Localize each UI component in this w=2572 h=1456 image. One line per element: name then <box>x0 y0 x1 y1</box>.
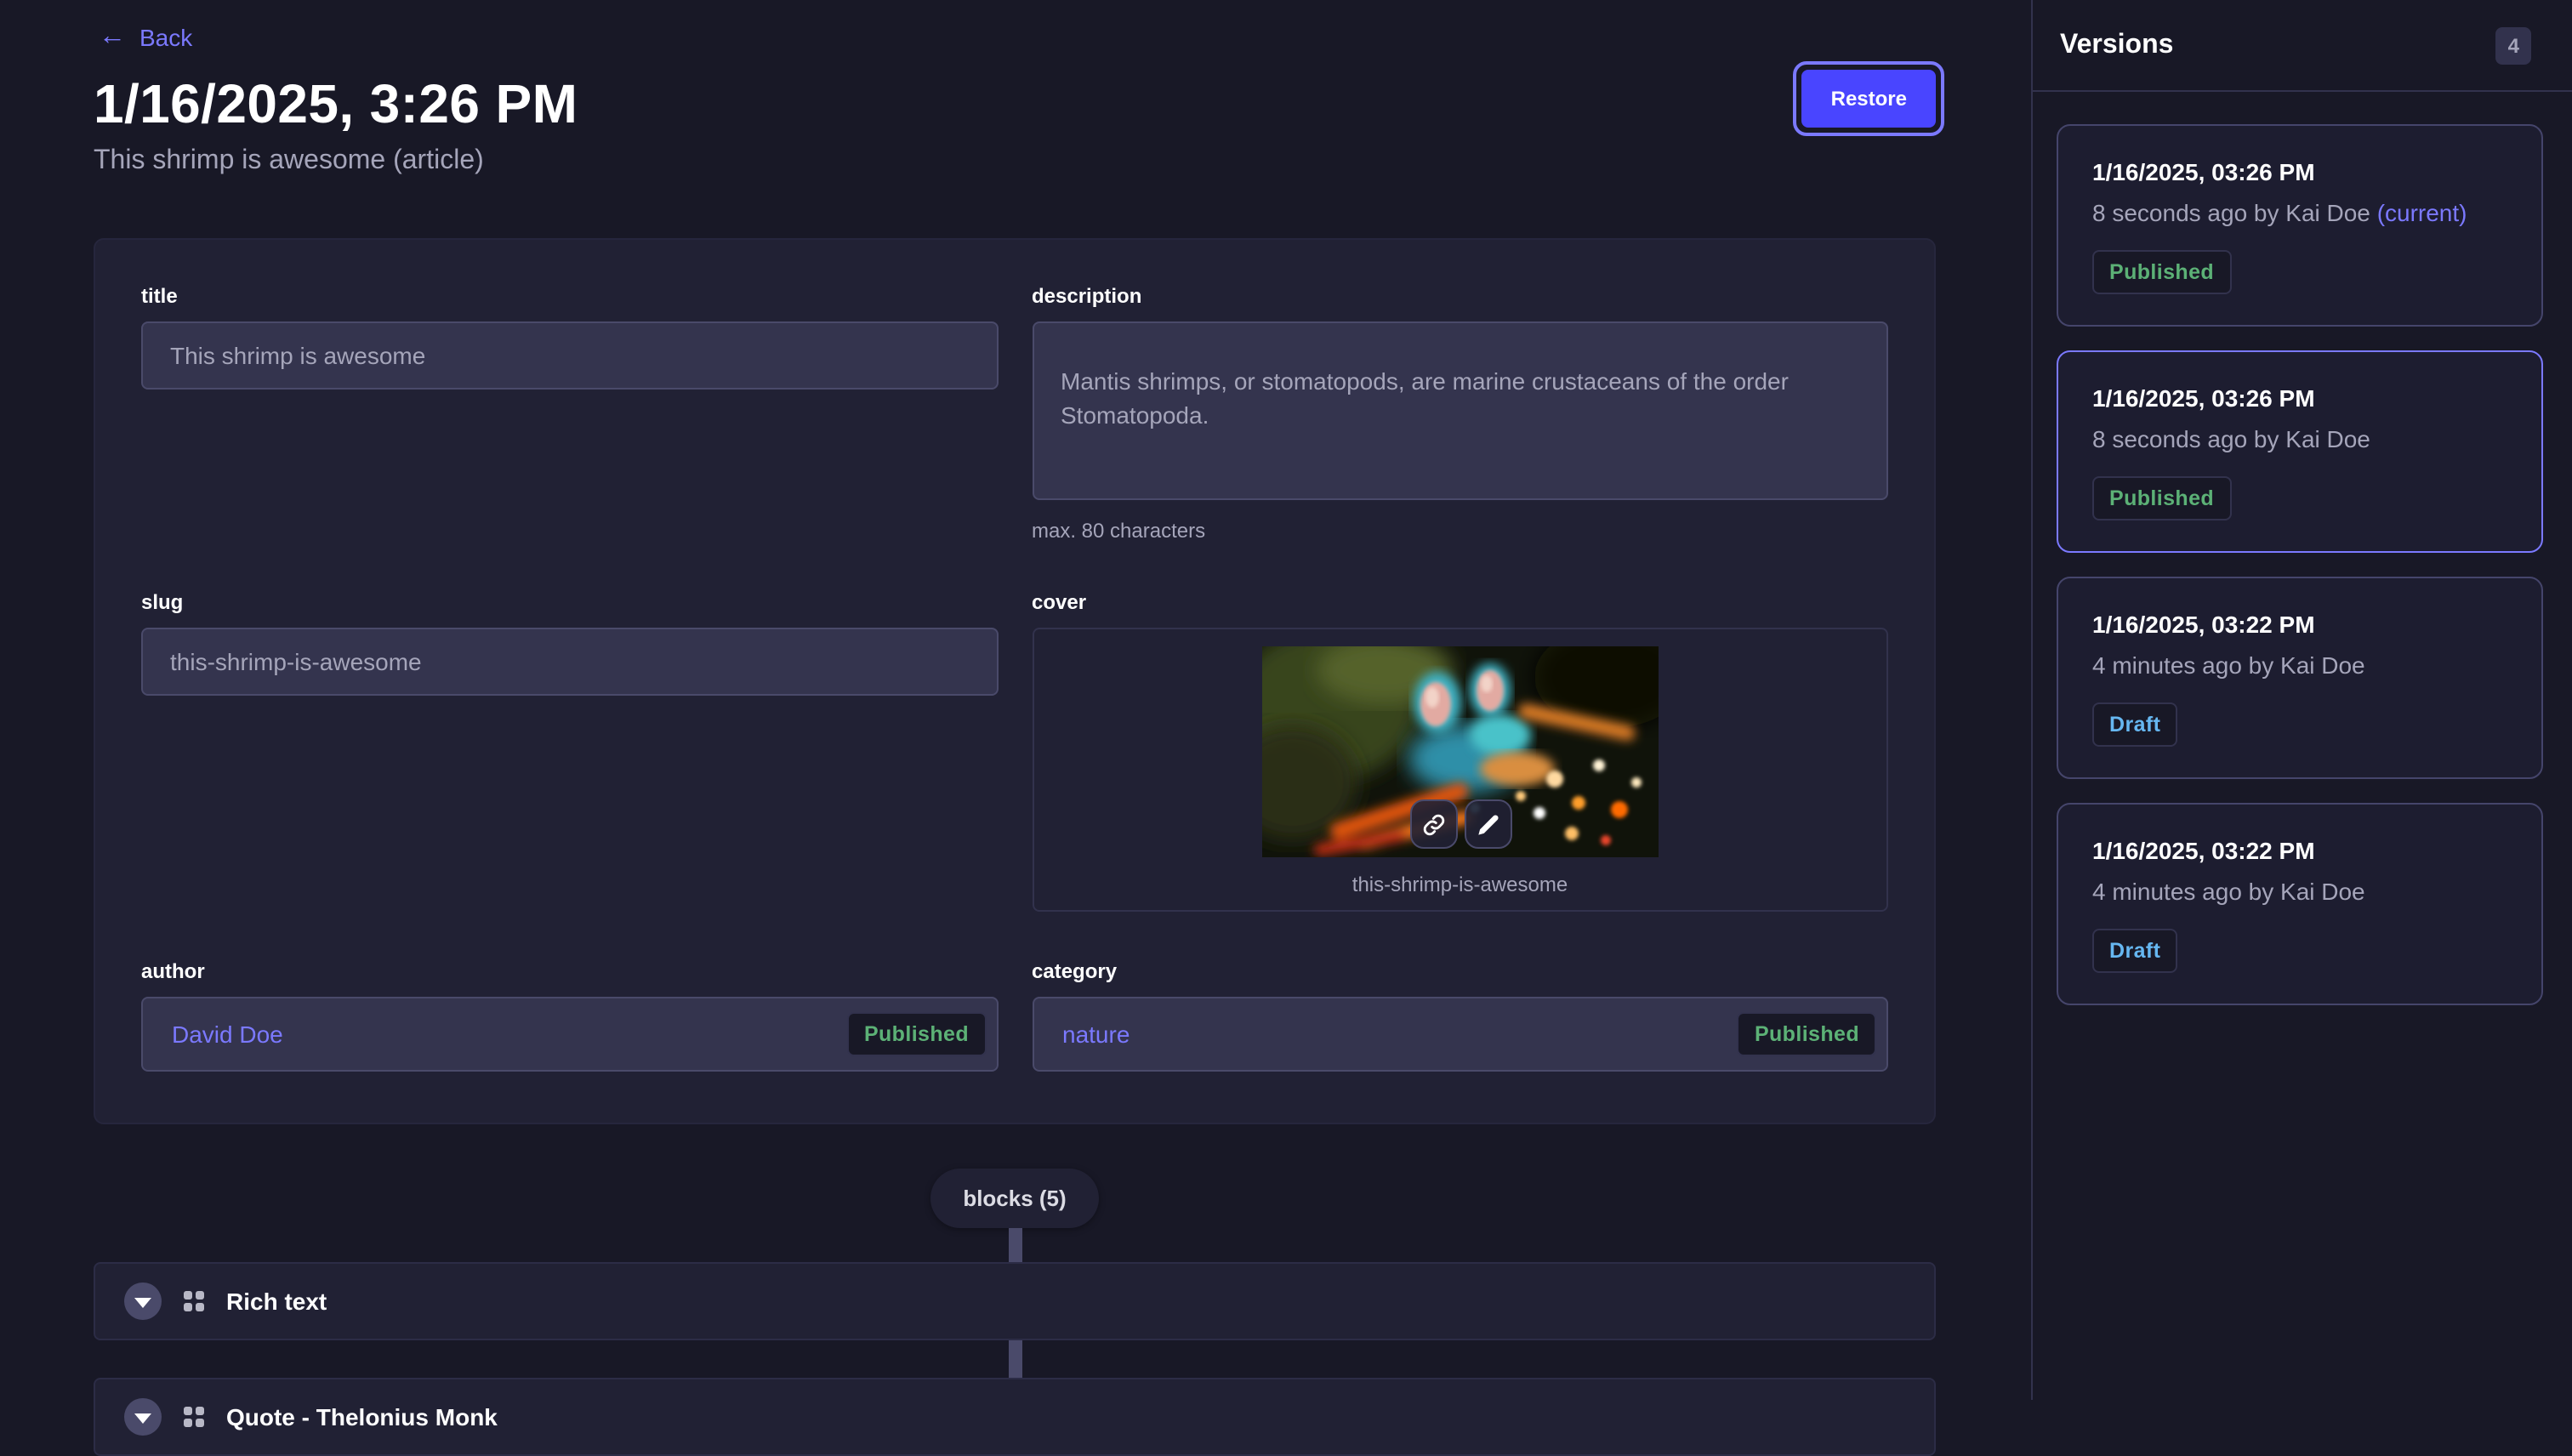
blocks-count-pill: blocks (5) <box>930 1169 1098 1228</box>
category-relation: nature Published <box>1032 997 1888 1072</box>
page-title: 1/16/2025, 3:26 PM <box>94 73 1936 136</box>
drag-handle-icon[interactable] <box>184 1291 204 1311</box>
back-arrow-icon: ← <box>99 24 126 51</box>
version-meta: 4 minutes ago by Kai Doe <box>2092 878 2507 905</box>
author-status-badge: Published <box>847 1012 986 1056</box>
version-history-page: ← Back 1/16/2025, 3:26 PM This shrimp is… <box>0 0 2572 1400</box>
blocks-zone: blocks (5) Rich text Quote - Thelonius M… <box>94 1169 1936 1456</box>
cover-actions <box>1410 799 1512 849</box>
version-status-badge: Draft <box>2092 702 2177 747</box>
description-label: description <box>1032 284 1888 308</box>
zone-connector <box>1008 1228 1021 1262</box>
version-timestamp: 1/16/2025, 03:26 PM <box>2092 384 2507 412</box>
title-input[interactable] <box>141 321 998 390</box>
page-subtitle: This shrimp is awesome (article) <box>94 146 1936 177</box>
description-hint: max. 80 characters <box>1032 519 1888 543</box>
block-quote[interactable]: Quote - Thelonius Monk <box>94 1378 1936 1456</box>
version-meta: 8 seconds ago by Kai Doe (current) <box>2092 199 2507 226</box>
pencil-icon <box>1477 812 1500 836</box>
cover-media-card: this-shrimp-is-awesome <box>1032 628 1888 912</box>
version-list: 1/16/2025, 03:26 PM 8 seconds ago by Kai… <box>2033 92 2572 1029</box>
versions-count-badge: 4 <box>2496 26 2531 64</box>
edit-image-button[interactable] <box>1465 799 1512 849</box>
chevron-down-icon <box>134 1413 151 1423</box>
category-link[interactable]: nature <box>1062 1021 1130 1048</box>
block-title: Quote - Thelonius Monk <box>226 1403 498 1430</box>
cover-filename: this-shrimp-is-awesome <box>1352 873 1568 896</box>
version-meta-text: 4 minutes ago by Kai Doe <box>2092 878 2365 905</box>
back-button[interactable]: ← Back <box>99 24 1936 51</box>
field-description: description Mantis shrimps, or stomatopo… <box>1032 284 1888 543</box>
field-title: title <box>141 284 998 543</box>
versions-sidebar: Versions 4 1/16/2025, 03:26 PM 8 seconds… <box>2031 0 2572 1400</box>
version-form-card: title description Mantis shrimps, or sto… <box>94 238 1936 1124</box>
field-slug: slug <box>141 590 998 912</box>
description-textarea[interactable]: Mantis shrimps, or stomatopods, are mari… <box>1032 321 1888 500</box>
category-label: category <box>1032 959 1888 983</box>
field-category: category nature Published <box>1032 959 1888 1072</box>
author-relation: David Doe Published <box>141 997 998 1072</box>
category-status-badge: Published <box>1738 1012 1876 1056</box>
cover-label: cover <box>1032 590 1888 614</box>
field-cover: cover <box>1032 590 1888 912</box>
versions-header: Versions 4 <box>2033 0 2572 92</box>
version-timestamp: 1/16/2025, 03:22 PM <box>2092 837 2507 864</box>
cover-image <box>1262 646 1659 857</box>
version-status-badge: Published <box>2092 250 2231 294</box>
version-meta: 4 minutes ago by Kai Doe <box>2092 651 2507 679</box>
version-status-badge: Published <box>2092 476 2231 520</box>
restore-button[interactable]: Restore <box>1802 70 1936 128</box>
version-meta: 8 seconds ago by Kai Doe <box>2092 425 2507 452</box>
slug-label: slug <box>141 590 998 614</box>
restore-button-focus-ring: Restore <box>1794 61 1944 136</box>
version-meta-text: 8 seconds ago by Kai Doe <box>2092 199 2370 226</box>
slug-input[interactable] <box>141 628 998 696</box>
main-content: ← Back 1/16/2025, 3:26 PM This shrimp is… <box>0 0 2031 1400</box>
version-status-badge: Draft <box>2092 929 2177 973</box>
back-link-label[interactable]: Back <box>139 24 192 51</box>
title-label: title <box>141 284 998 308</box>
drag-handle-icon[interactable] <box>184 1407 204 1427</box>
chevron-down-icon <box>134 1297 151 1307</box>
expand-block-button[interactable] <box>124 1398 162 1436</box>
block-rich-text[interactable]: Rich text <box>94 1262 1936 1340</box>
version-card-3[interactable]: 1/16/2025, 03:22 PM 4 minutes ago by Kai… <box>2057 577 2543 779</box>
version-card-1[interactable]: 1/16/2025, 03:26 PM 8 seconds ago by Kai… <box>2057 124 2543 327</box>
version-timestamp: 1/16/2025, 03:22 PM <box>2092 611 2507 638</box>
author-link[interactable]: David Doe <box>172 1021 283 1048</box>
version-timestamp: 1/16/2025, 03:26 PM <box>2092 158 2507 185</box>
copy-link-button[interactable] <box>1410 799 1458 849</box>
link-icon <box>1422 812 1446 836</box>
version-meta-text: 8 seconds ago by Kai Doe <box>2092 425 2370 452</box>
version-card-4[interactable]: 1/16/2025, 03:22 PM 4 minutes ago by Kai… <box>2057 803 2543 1005</box>
author-label: author <box>141 959 998 983</box>
field-author: author David Doe Published <box>141 959 998 1072</box>
expand-block-button[interactable] <box>124 1283 162 1320</box>
zone-connector <box>1008 1340 1021 1378</box>
version-meta-text: 4 minutes ago by Kai Doe <box>2092 651 2365 679</box>
version-card-2[interactable]: 1/16/2025, 03:26 PM 8 seconds ago by Kai… <box>2057 350 2543 553</box>
version-current-tag: (current) <box>2377 199 2467 226</box>
versions-title: Versions <box>2060 30 2173 60</box>
block-title: Rich text <box>226 1288 327 1315</box>
